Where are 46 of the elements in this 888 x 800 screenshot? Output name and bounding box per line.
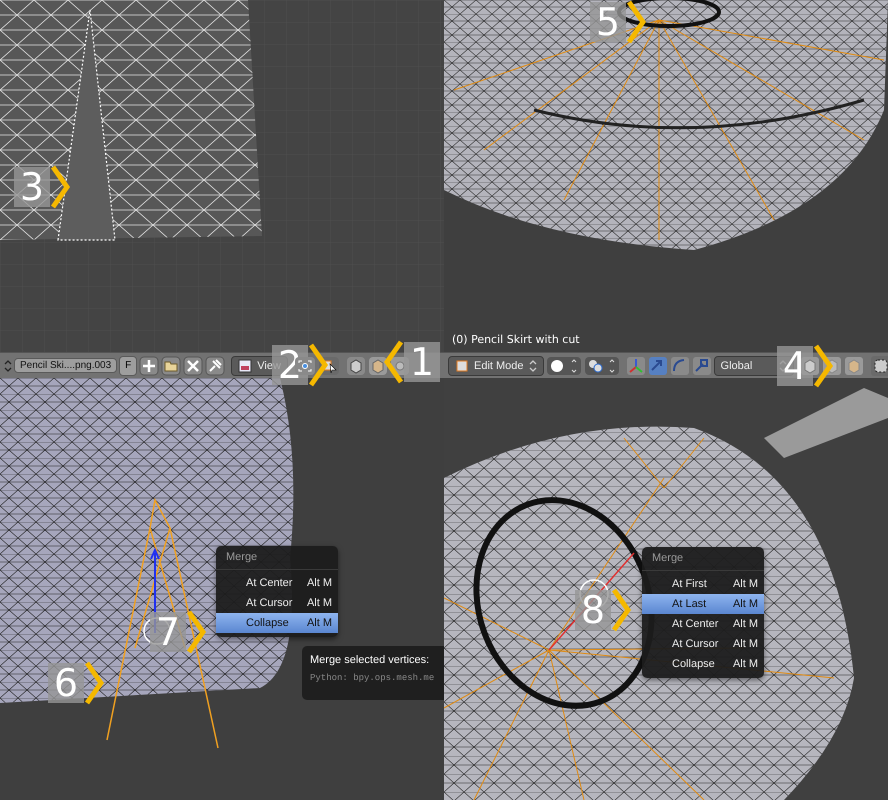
transform-tool-icon[interactable]	[692, 356, 712, 376]
object-label: (0) Pencil Skirt with cut	[452, 333, 580, 346]
menu-title: Merge	[642, 547, 764, 571]
menu-item[interactable]: At Center Alt M	[216, 573, 338, 593]
chevron-icon	[611, 588, 633, 632]
callout-number: 8	[575, 590, 611, 630]
plus-icon[interactable]	[139, 356, 160, 376]
callout-number: 6	[48, 663, 84, 703]
callout-number: 3	[14, 167, 50, 207]
chevron-icon	[813, 344, 835, 388]
updown-icon[interactable]	[4, 358, 12, 372]
callout-number: 7	[150, 612, 186, 652]
transform-tool-icon[interactable]	[670, 356, 690, 376]
menu-title: Merge	[216, 546, 338, 570]
callout-number: 5	[590, 2, 626, 42]
updown-icon	[528, 358, 537, 372]
pivot-point-icon[interactable]	[584, 356, 620, 376]
chevron-icon	[626, 0, 648, 44]
cube-icon[interactable]	[346, 356, 366, 376]
image-icon	[238, 358, 252, 372]
chevron-icon	[308, 343, 330, 387]
tooltip-python: Python: bpy.ops.mesh.me	[310, 673, 436, 683]
face-select-icon[interactable]	[368, 356, 388, 376]
folder-icon[interactable]	[161, 356, 182, 376]
tooltip-title: Merge selected vertices:	[310, 654, 430, 666]
image-name-field[interactable]: Pencil Ski....png.003	[14, 358, 118, 373]
mesh-cube-icon	[455, 358, 469, 372]
occlude-geometry-icon[interactable]	[870, 354, 888, 376]
fake-user-button[interactable]: F	[119, 356, 138, 376]
close-icon[interactable]	[183, 356, 204, 376]
callout-number: 1	[404, 342, 440, 382]
chevron-icon	[50, 165, 72, 209]
menu-item[interactable]: Collapse Alt M	[642, 654, 764, 674]
vertex-select-icon[interactable]	[800, 356, 820, 376]
menu-item[interactable]: At Cursor Alt M	[642, 634, 764, 654]
menu-item[interactable]: At Last Alt M	[642, 594, 764, 614]
menu-item[interactable]: At Cursor Alt M	[216, 593, 338, 613]
chevron-icon	[382, 340, 404, 384]
chevron-icon	[84, 661, 106, 705]
chevron-icon	[186, 610, 208, 654]
menu-item[interactable]: At First Alt M	[642, 574, 764, 594]
menu-item[interactable]: Collapse Alt M	[216, 613, 338, 633]
manipulator-axes-icon[interactable]	[626, 356, 646, 376]
mode-dropdown[interactable]: Edit Mode	[448, 356, 544, 376]
menu-item[interactable]: At Center Alt M	[642, 614, 764, 634]
face-select-icon[interactable]	[844, 356, 864, 376]
